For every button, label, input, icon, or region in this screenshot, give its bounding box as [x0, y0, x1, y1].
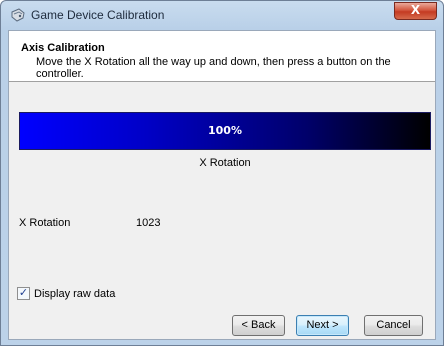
checkmark-icon: ✓	[18, 286, 29, 299]
cancel-button[interactable]: Cancel	[364, 315, 423, 336]
display-raw-data-checkbox[interactable]: ✓	[17, 286, 30, 300]
game-controller-icon	[10, 8, 26, 22]
calibration-window: Game Device Calibration X Axis Calibrati…	[0, 0, 444, 346]
display-raw-data-label[interactable]: Display raw data	[34, 288, 115, 300]
window-title: Game Device Calibration	[31, 8, 165, 22]
axis-raw-value: 1023	[136, 217, 161, 229]
wizard-header: Axis Calibration Move the X Rotation all…	[9, 31, 435, 82]
axis-progress-bar: 100%	[19, 112, 431, 150]
dialog-body: Axis Calibration Move the X Rotation all…	[8, 30, 436, 340]
page-instructions: Move the X Rotation all the way up and d…	[36, 56, 391, 80]
progress-axis-caption: X Rotation	[199, 157, 251, 169]
back-button[interactable]: < Back	[232, 315, 285, 336]
title-bar[interactable]: Game Device Calibration X	[1, 1, 443, 29]
axis-name-label: X Rotation	[19, 217, 71, 229]
close-icon: X	[410, 3, 421, 17]
close-button[interactable]: X	[394, 2, 437, 20]
next-button[interactable]: Next >	[296, 315, 349, 336]
page-title: Axis Calibration	[21, 42, 105, 54]
progress-percent-label: 100%	[208, 124, 242, 137]
